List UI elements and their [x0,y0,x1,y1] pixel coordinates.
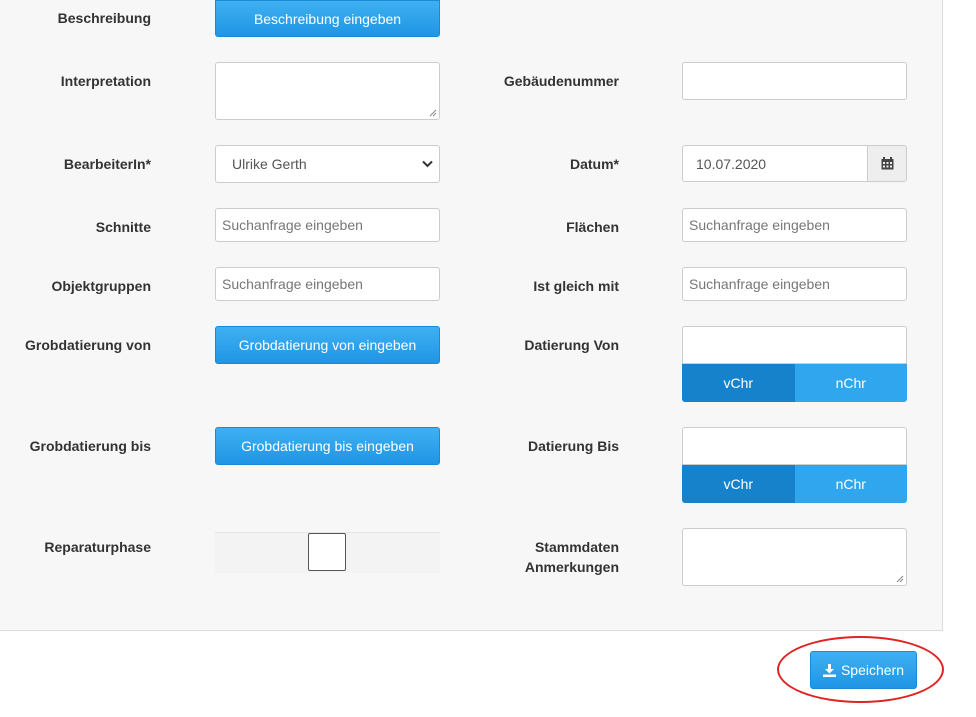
bearbeiter-selected: Ulrike Gerth [232,156,307,172]
datierung-von-vchr-button[interactable]: vChr [682,364,795,402]
datum-input[interactable]: 10.07.2020 [682,145,868,182]
ist-gleich-mit-input[interactable]: Suchanfrage eingeben [682,267,907,301]
grobdatierung-bis-button[interactable]: Grobdatierung bis eingeben [215,427,440,465]
flaechen-input[interactable]: Suchanfrage eingeben [682,208,907,242]
datierung-bis-vchr-button[interactable]: vChr [682,465,795,503]
schnitte-input[interactable]: Suchanfrage eingeben [215,208,440,242]
objektgruppen-label: Objektgruppen [51,278,151,294]
stammdaten-label-line2: Anmerkungen [524,559,619,575]
stammdaten-textarea[interactable] [682,528,907,586]
grobdatierung-von-button[interactable]: Grobdatierung von eingeben [215,326,440,364]
objektgruppen-input[interactable]: Suchanfrage eingeben [215,267,440,301]
datierung-von-era-toggle: vChr nChr [682,364,907,402]
resize-handle-icon[interactable] [429,109,437,117]
beschreibung-label: Beschreibung [57,10,151,26]
bearbeiter-label: BearbeiterIn* [63,156,151,172]
save-button[interactable]: Speichern [810,651,917,689]
bearbeiter-select[interactable]: Ulrike Gerth [215,145,440,183]
flaechen-label: Flächen [566,219,619,235]
interpretation-label: Interpretation [60,73,151,89]
chevron-down-icon [422,160,433,168]
calendar-icon [881,157,893,170]
datierung-bis-nchr-button[interactable]: nChr [794,465,907,503]
stammdaten-label-line1: Stammdaten [534,539,619,555]
stammdaten-label: Stammdaten Anmerkungen [525,537,619,577]
interpretation-textarea[interactable] [215,62,440,120]
datierung-bis-era-toggle: vChr nChr [682,465,907,503]
datum-label: Datum* [569,156,619,172]
form-panel: Beschreibung Beschreibung eingeben Inter… [0,0,943,631]
datierung-bis-label: Datierung Bis [527,438,619,454]
gebaeudenummer-input[interactable] [682,62,907,100]
grobdatierung-bis-label: Grobdatierung bis [29,438,151,454]
schnitte-label: Schnitte [95,219,151,235]
resize-handle-icon[interactable] [896,575,904,583]
gebaeudenummer-label: Gebäudenummer [503,73,619,89]
datierung-bis-input[interactable] [682,427,907,465]
grobdatierung-von-label: Grobdatierung von [25,337,151,353]
calendar-button[interactable] [868,145,907,182]
reparaturphase-checkbox[interactable] [308,533,346,571]
save-label: Speichern [840,662,905,678]
download-icon [822,663,836,677]
datierung-von-nchr-button[interactable]: nChr [794,364,907,402]
datierung-von-input[interactable] [682,326,907,364]
beschreibung-button[interactable]: Beschreibung eingeben [215,0,440,37]
reparaturphase-container [215,532,440,573]
datierung-von-label: Datierung Von [524,337,619,353]
reparaturphase-label: Reparaturphase [44,539,151,555]
ist-gleich-mit-label: Ist gleich mit [533,278,619,294]
